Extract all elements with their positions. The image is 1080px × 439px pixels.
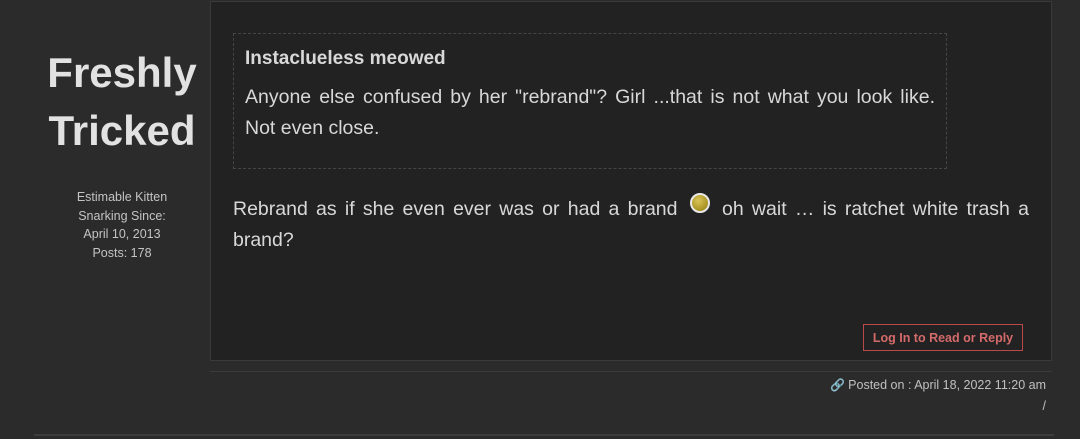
user-meta: Estimable Kitten Snarking Since: April 1… (40, 188, 204, 262)
post-text-before: Rebrand as if she even ever was or had a… (233, 198, 678, 220)
post-content-box: Instaclueless meowed Anyone else confuse… (210, 1, 1052, 361)
quote-author: Instaclueless meowed (245, 48, 446, 69)
user-since-date: April 10, 2013 (83, 227, 161, 242)
posted-on[interactable]: 🔗 Posted on : April 18, 2022 11:20 am (830, 378, 1046, 392)
user-rank: Estimable Kitten (76, 190, 168, 204)
quote-text: Anyone else confused by her "rebrand"? G… (245, 86, 935, 139)
user-since-label: Snarking Since: (78, 208, 166, 223)
divider (210, 371, 1052, 372)
forum-post-page: Freshly Tricked Estimable Kitten Snarkin… (0, 0, 1080, 439)
post-body: Rebrand as if she even ever was or had a… (233, 193, 1029, 256)
user-profile-column: Freshly Tricked Estimable Kitten Snarkin… (40, 44, 204, 262)
posted-on-text[interactable]: Posted on : April 18, 2022 11:20 am (848, 378, 1046, 392)
link-icon[interactable]: 🔗 (830, 378, 845, 392)
login-reply-button[interactable]: Log In to Read or Reply (863, 324, 1023, 351)
username-line-2[interactable]: Tricked (40, 102, 204, 160)
username-line-1[interactable]: Freshly (40, 44, 204, 102)
username[interactable]: Freshly Tricked (40, 44, 204, 160)
smiley-icon (689, 193, 710, 213)
quote-block: Instaclueless meowed Anyone else confuse… (233, 33, 947, 169)
meta-separator: / (1042, 399, 1046, 413)
user-post-count: Posts: 178 (92, 245, 152, 260)
bottom-divider (34, 434, 1054, 436)
